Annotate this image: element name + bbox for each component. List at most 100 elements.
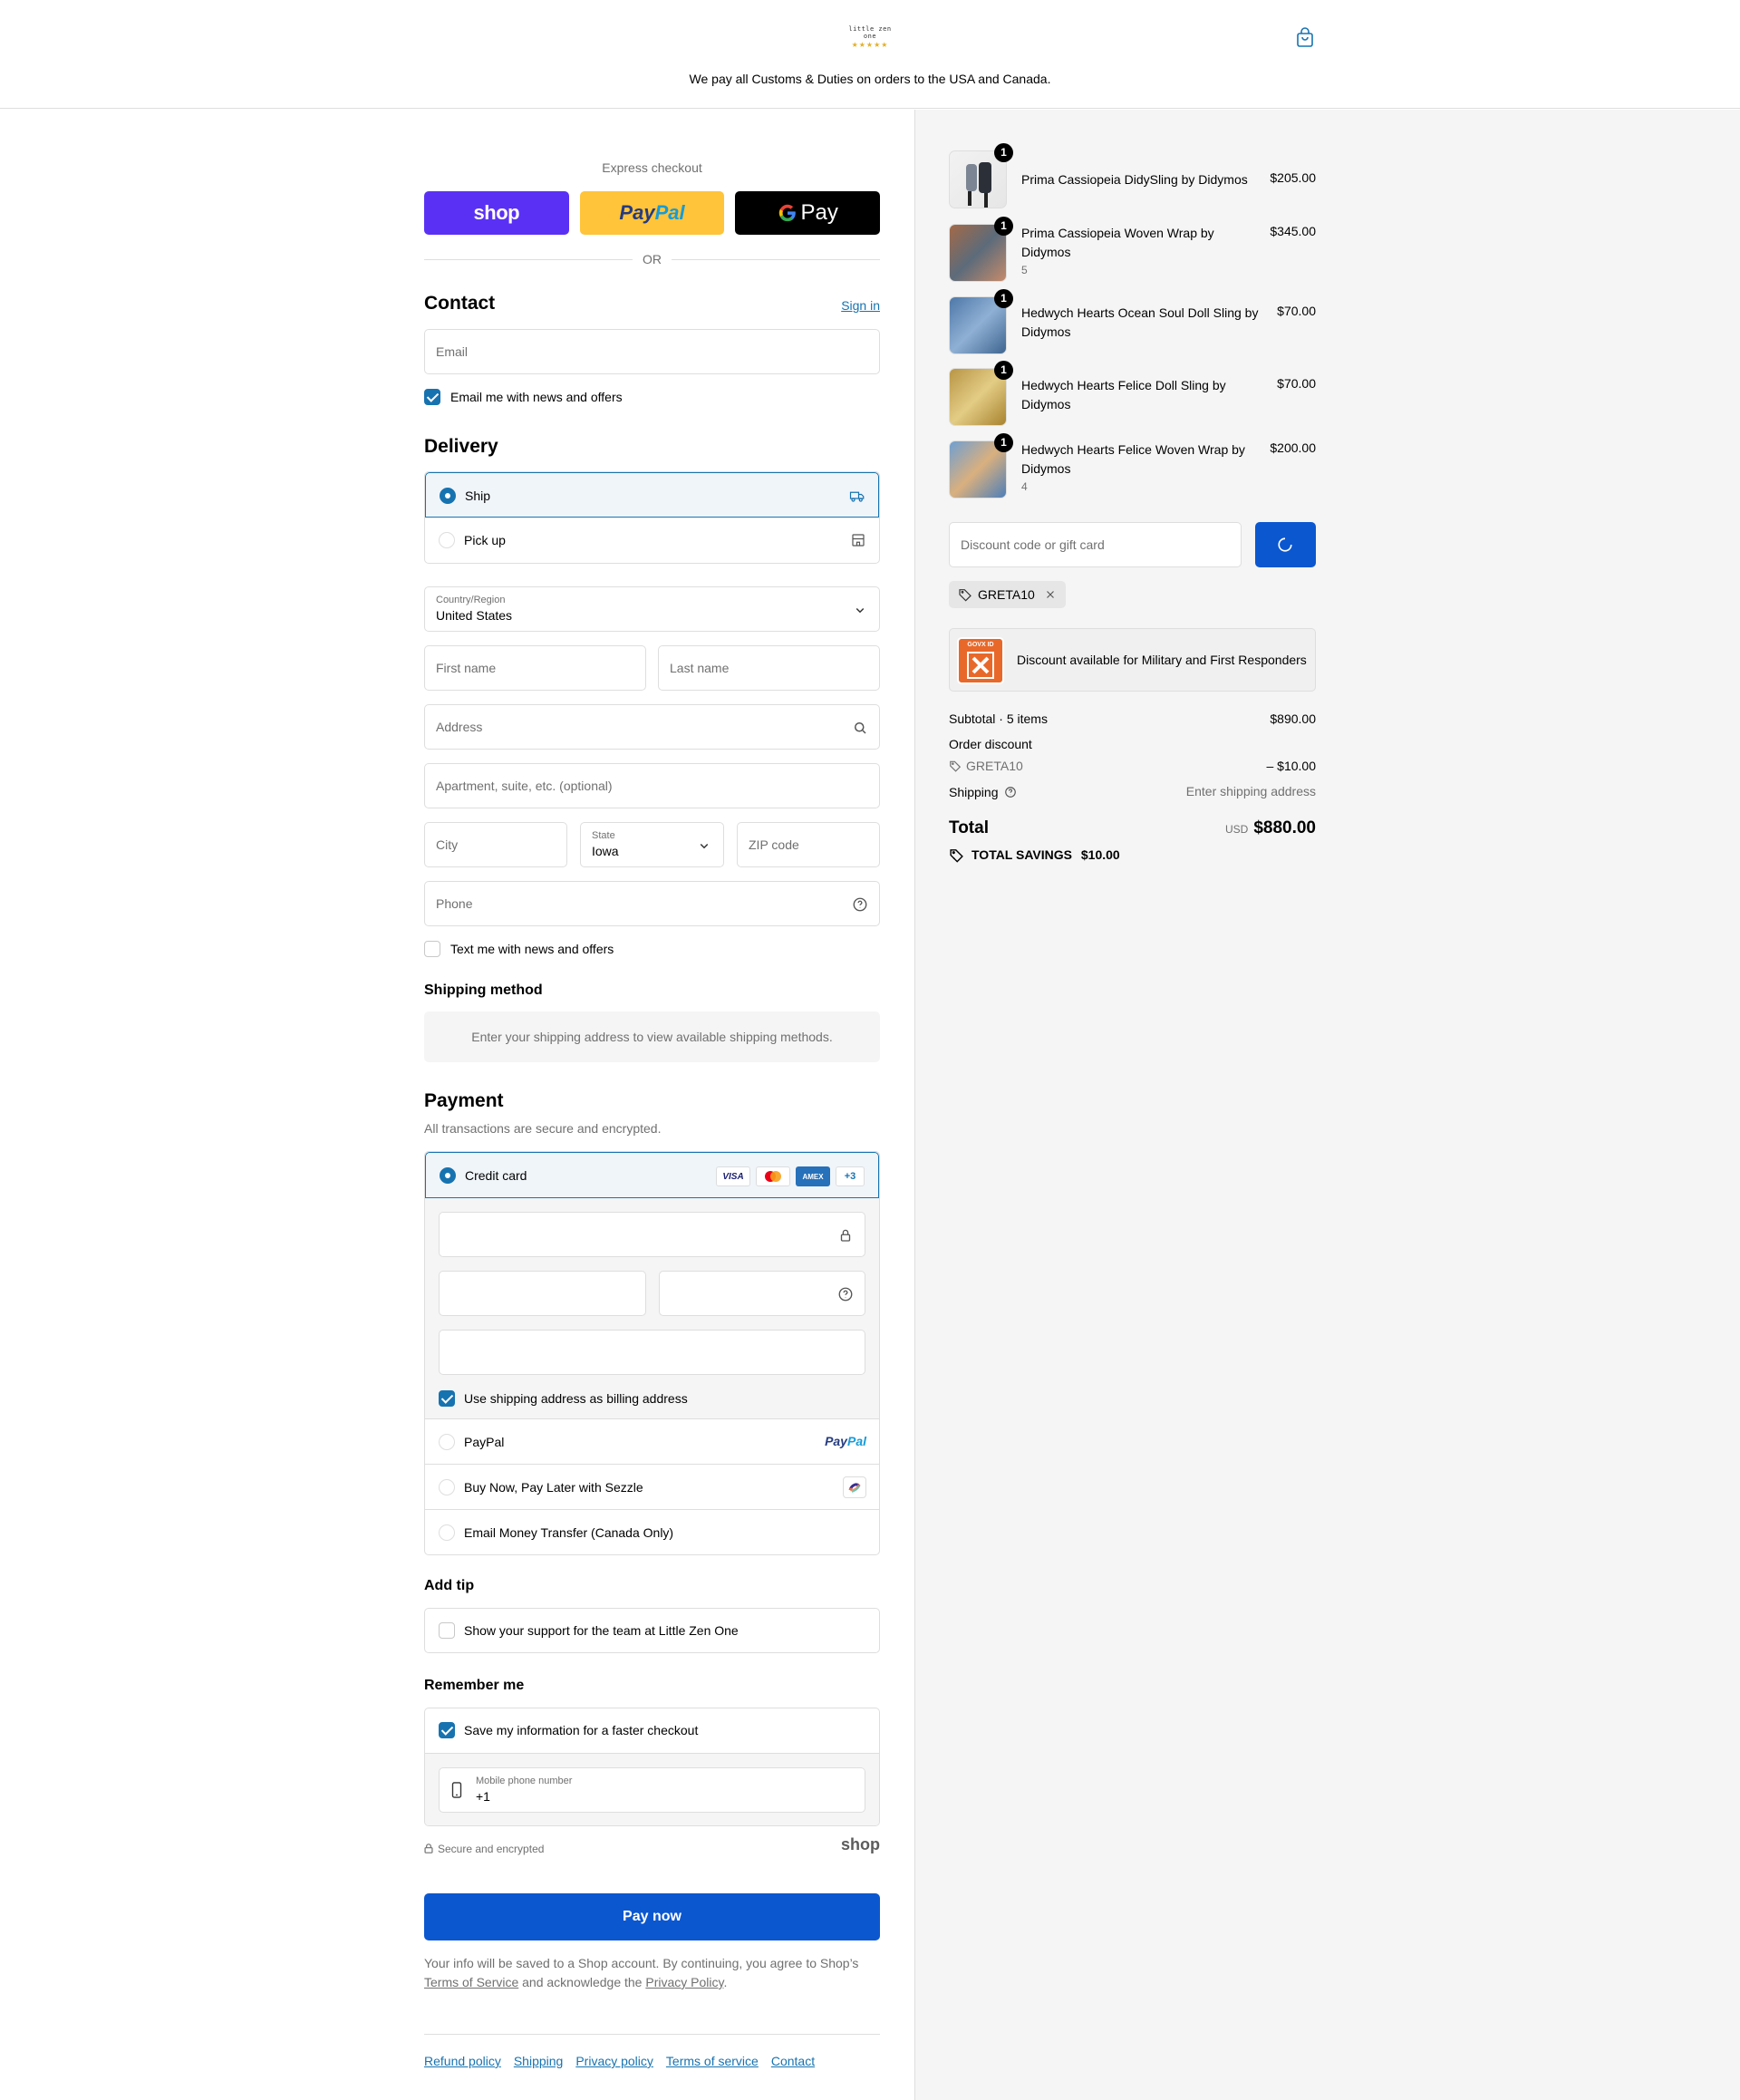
first-name-placeholder: First name xyxy=(436,661,497,675)
text-news-checkbox[interactable] xyxy=(424,941,440,957)
refund-policy-link[interactable]: Refund policy xyxy=(424,2054,501,2068)
pickup-radio[interactable] xyxy=(439,532,455,548)
card-expiry-field[interactable] xyxy=(439,1271,646,1316)
legal-text: Your info will be saved to a Shop accoun… xyxy=(424,1954,880,1992)
item-price: $70.00 xyxy=(1277,376,1316,391)
last-name-placeholder: Last name xyxy=(670,661,730,675)
tip-option[interactable]: Show your support for the team at Little… xyxy=(424,1608,880,1653)
card-name-field[interactable] xyxy=(439,1330,865,1375)
help-circle-icon[interactable] xyxy=(837,1286,854,1302)
payment-option-paypal[interactable]: PayPal PayPal xyxy=(425,1418,879,1464)
amex-text: AMEX xyxy=(802,1172,824,1181)
contact-link[interactable]: Contact xyxy=(771,2054,815,2068)
country-select[interactable]: Country/Region United States xyxy=(424,586,880,632)
paypal-button[interactable]: Pay Pal xyxy=(579,191,725,235)
quantity-badge: 1 xyxy=(994,289,1013,308)
total-row: Total USD $880.00 xyxy=(949,818,1316,842)
city-placeholder: City xyxy=(436,837,459,852)
close-icon[interactable] xyxy=(1044,588,1057,601)
help-circle-icon[interactable] xyxy=(1004,786,1017,798)
sezzle-radio[interactable] xyxy=(439,1479,455,1495)
privacy-policy-footer-link[interactable]: Privacy policy xyxy=(575,2054,653,2068)
gpay-label: Pay xyxy=(800,200,838,225)
quantity-badge: 1 xyxy=(994,217,1013,236)
legal-text-3: . xyxy=(723,1975,728,1989)
text-news-label: Text me with news and offers xyxy=(450,942,614,956)
address-placeholder: Address xyxy=(436,720,483,734)
state-select[interactable]: State Iowa xyxy=(580,822,724,867)
last-name-field[interactable]: Last name xyxy=(658,645,880,691)
shipping-link[interactable]: Shipping xyxy=(514,2054,564,2068)
more-cards-badge: +3 xyxy=(836,1166,865,1186)
remember-me-box: Save my information for a faster checkou… xyxy=(424,1708,880,1826)
logo-stars: ★★★★★ xyxy=(851,41,889,49)
phone-placeholder: Phone xyxy=(436,896,473,911)
store-logo[interactable]: little zen one ★★★★★ xyxy=(843,25,897,51)
chevron-down-icon xyxy=(856,607,865,614)
sign-in-link[interactable]: Sign in xyxy=(841,298,880,313)
billing-address-checkbox[interactable] xyxy=(439,1390,455,1407)
paypal-logo: PayPal xyxy=(825,1434,866,1448)
military-discount-banner[interactable]: GOVX ID Discount available for Military … xyxy=(949,628,1316,692)
city-field[interactable]: City xyxy=(424,822,567,867)
first-name-field[interactable]: First name xyxy=(424,645,646,691)
truck-icon xyxy=(849,491,865,502)
loading-spinner-icon xyxy=(1278,537,1292,552)
delivery-options: Ship Pick up xyxy=(424,471,880,564)
terms-of-service-link[interactable]: Terms of Service xyxy=(424,1975,518,1989)
cart-bag-icon[interactable] xyxy=(1294,27,1316,49)
legal-text-2: and acknowledge the xyxy=(518,1975,646,1989)
email-news-checkbox[interactable] xyxy=(424,389,440,405)
order-discount-label: Order discount xyxy=(949,737,1032,751)
shipping-label: Shipping xyxy=(949,785,999,799)
quantity-badge: 1 xyxy=(994,361,1013,380)
credit-card-radio[interactable] xyxy=(440,1167,456,1184)
paypal-radio[interactable] xyxy=(439,1434,455,1450)
payment-option-sezzle[interactable]: Buy Now, Pay Later with Sezzle xyxy=(425,1464,879,1509)
applied-discount-code: GRETA10 xyxy=(978,587,1035,602)
email-transfer-radio[interactable] xyxy=(439,1524,455,1541)
order-discount-row: Order discount xyxy=(949,737,1316,751)
tag-icon xyxy=(959,589,972,602)
quantity-badge: 1 xyxy=(994,143,1013,162)
card-cvv-field[interactable] xyxy=(659,1271,865,1316)
mobile-phone-field[interactable]: Mobile phone number +1 xyxy=(439,1767,865,1813)
mobile-phone-label: Mobile phone number xyxy=(476,1776,573,1786)
paypal-logo-pal: Pal xyxy=(846,1434,866,1448)
or-text: OR xyxy=(643,252,662,266)
payment-option-email-transfer[interactable]: Email Money Transfer (Canada Only) xyxy=(425,1509,879,1554)
delivery-option-pickup[interactable]: Pick up xyxy=(425,518,879,563)
sezzle-icon xyxy=(843,1476,866,1498)
apply-discount-button[interactable] xyxy=(1255,522,1316,567)
privacy-policy-link[interactable]: Privacy Policy xyxy=(645,1975,723,1989)
credit-card-label: Credit card xyxy=(465,1168,527,1183)
phone-field[interactable]: Phone xyxy=(424,881,880,926)
item-name: Prima Cassiopeia Woven Wrap by Didymos xyxy=(1021,226,1214,259)
ship-radio[interactable] xyxy=(440,488,456,504)
subtotal-row: Subtotal · 5 items $890.00 xyxy=(949,711,1316,726)
pay-now-button[interactable]: Pay now xyxy=(424,1893,880,1940)
zip-field[interactable]: ZIP code xyxy=(737,822,880,867)
shop-pay-button[interactable]: shop xyxy=(424,191,569,235)
discount-code-field[interactable]: Discount code or gift card xyxy=(949,522,1242,567)
apartment-field[interactable]: Apartment, suite, etc. (optional) xyxy=(424,763,880,808)
or-divider: OR xyxy=(424,250,880,268)
lock-icon xyxy=(424,1844,433,1853)
email-field[interactable]: Email xyxy=(424,329,880,374)
help-circle-icon[interactable] xyxy=(852,896,868,913)
terms-of-service-footer-link[interactable]: Terms of service xyxy=(666,2054,759,2068)
legal-text-1: Your info will be saved to a Shop accoun… xyxy=(424,1956,859,1970)
save-info-checkbox[interactable] xyxy=(439,1722,455,1738)
payment-option-credit-card[interactable]: Credit card VISA AMEX +3 xyxy=(425,1152,879,1198)
currency-code: USD xyxy=(1224,823,1249,836)
shipping-value: Enter shipping address xyxy=(1185,784,1316,798)
google-pay-button[interactable]: Pay xyxy=(735,191,881,235)
card-number-field[interactable] xyxy=(439,1212,865,1257)
address-field[interactable]: Address xyxy=(424,704,880,750)
delivery-option-ship[interactable]: Ship xyxy=(425,472,879,518)
announcement-bar: We pay all Customs & Duties on orders to… xyxy=(689,72,1051,86)
item-name: Hedwych Hearts Felice Woven Wrap by Didy… xyxy=(1021,442,1245,476)
delivery-heading: Delivery xyxy=(424,436,498,457)
email-news-label: Email me with news and offers xyxy=(450,390,623,404)
tip-checkbox[interactable] xyxy=(439,1622,455,1639)
